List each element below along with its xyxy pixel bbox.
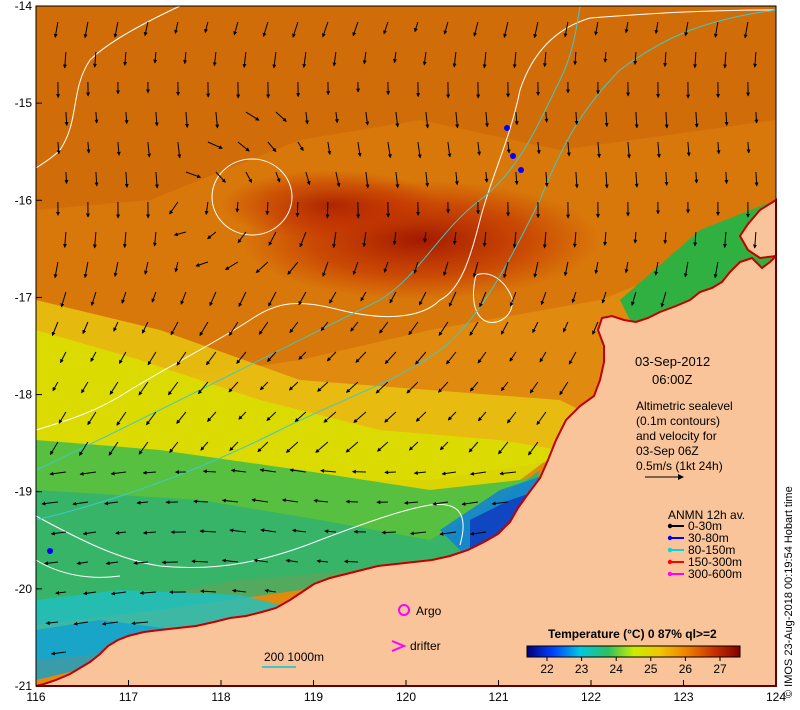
- anmn-legend-dot: [667, 535, 673, 541]
- anmn-legend-dot: [667, 559, 673, 565]
- velocity-arrow: [384, 470, 396, 475]
- lat-tick-label: -17: [15, 290, 33, 304]
- colorbar-tick-label: 26: [679, 662, 693, 676]
- anmn-legend-dot: [667, 571, 673, 577]
- velocity-arrow: [193, 499, 208, 504]
- lat-tick-label: -18: [15, 388, 33, 402]
- argo-label: Argo: [416, 604, 442, 618]
- colorbar-title: Temperature (°C) 0 87% ql>=2: [548, 627, 717, 641]
- lat-tick-label: -20: [15, 582, 33, 596]
- lon-tick-label: 123: [673, 690, 693, 704]
- lon-tick-label: 117: [119, 690, 138, 704]
- time-label: 06:00Z: [652, 372, 693, 387]
- lat-tick-label: -14: [15, 0, 33, 13]
- colorbar-tick-label: 27: [713, 662, 727, 676]
- velocity-arrow: [345, 499, 358, 504]
- colorbar-tick-label: 22: [540, 662, 554, 676]
- lat-tick-label: -21: [15, 679, 33, 693]
- lat-tick-label: -16: [15, 193, 33, 207]
- velocity-arrow: [694, 171, 699, 184]
- anmn-legend-dot: [667, 547, 673, 553]
- sst-map: 116 117 118 119 120 121 122 123 124 -14-15-16-17…: [15, 0, 795, 704]
- velocity-arrow: [64, 171, 69, 185]
- altimetry-info-line: 0.5m/s (1kt 24h): [636, 459, 723, 473]
- colorbar-tick-label: 23: [575, 662, 589, 676]
- velocity-arrow: [381, 530, 396, 535]
- anmn-legend-label: 300-600m: [688, 567, 742, 581]
- altimetry-info-line: and velocity for: [636, 429, 717, 443]
- velocity-arrow: [343, 559, 358, 564]
- credit-label: © IMOS 23-Aug-2018 00:19:54 Hobart time: [783, 486, 795, 698]
- altimetry-info-line: Altimetric sealevel: [636, 399, 733, 413]
- lon-tick-label: 118: [211, 690, 230, 704]
- drifter-label: drifter: [410, 639, 441, 653]
- lon-tick-label: 122: [581, 690, 601, 704]
- velocity-arrow: [265, 201, 270, 216]
- isobath-label: 200 1000m: [264, 650, 324, 664]
- colorbar-tick-label: 24: [610, 662, 624, 676]
- altimetry-info-line: 03-Sep 06Z: [636, 444, 699, 458]
- colorbar: [526, 645, 741, 658]
- velocity-arrow: [295, 201, 300, 218]
- altimetry-info-line: (0.1m contours): [636, 414, 720, 428]
- date-label: 03-Sep-2012: [635, 354, 710, 369]
- velocity-arrow: [754, 111, 759, 124]
- lon-tick-label: 119: [304, 690, 323, 704]
- lon-tick-label: 121: [488, 690, 508, 704]
- lat-tick-label: -19: [15, 485, 33, 499]
- colorbar-tick-label: 25: [644, 662, 658, 676]
- velocity-arrow: [325, 201, 330, 219]
- lat-tick-label: -15: [15, 96, 33, 110]
- velocity-arrow: [724, 171, 729, 185]
- anmn-legend-dot: [667, 523, 673, 529]
- lon-tick-label: 120: [396, 690, 416, 704]
